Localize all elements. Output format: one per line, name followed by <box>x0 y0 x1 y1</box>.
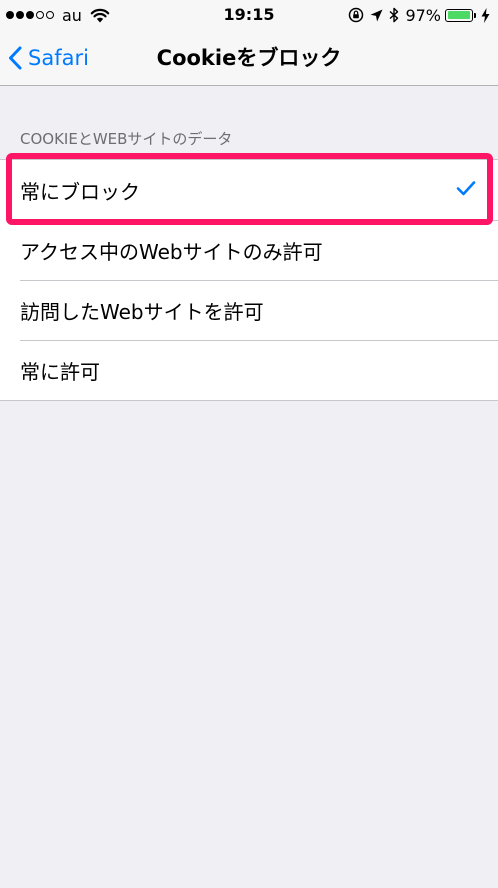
option-always-block[interactable]: 常にブロック <box>0 160 498 220</box>
orientation-lock-icon <box>349 7 364 23</box>
option-label: 常に許可 <box>20 359 100 384</box>
option-always-allow[interactable]: 常に許可 <box>0 340 498 400</box>
option-label: 訪問したWebサイトを許可 <box>20 299 264 324</box>
battery-percent: 97% <box>405 5 441 25</box>
option-label: 常にブロック <box>20 179 140 204</box>
option-label: アクセス中のWebサイトのみ許可 <box>20 239 323 264</box>
checkmark-icon <box>456 181 476 196</box>
bluetooth-icon <box>389 7 399 23</box>
navigation-bar: Safari Cookieをブロック <box>0 30 498 86</box>
status-bar: au 19:15 97% <box>0 0 498 30</box>
charging-bolt-icon <box>481 7 490 23</box>
option-allow-current-website-only[interactable]: アクセス中のWebサイトのみ許可 <box>0 220 498 280</box>
cookie-options-list: 常にブロック アクセス中のWebサイトのみ許可 訪問したWebサイトを許可 常に… <box>0 159 498 401</box>
location-arrow-icon <box>370 9 383 21</box>
status-right: 97% <box>342 5 490 25</box>
option-allow-visited-websites[interactable]: 訪問したWebサイトを許可 <box>0 280 498 340</box>
battery-icon <box>445 8 476 22</box>
section-header: COOKIEとWEBサイトのデータ <box>20 130 233 148</box>
battery-level-fill <box>447 11 470 19</box>
page-title: Cookieをブロック <box>156 46 342 70</box>
